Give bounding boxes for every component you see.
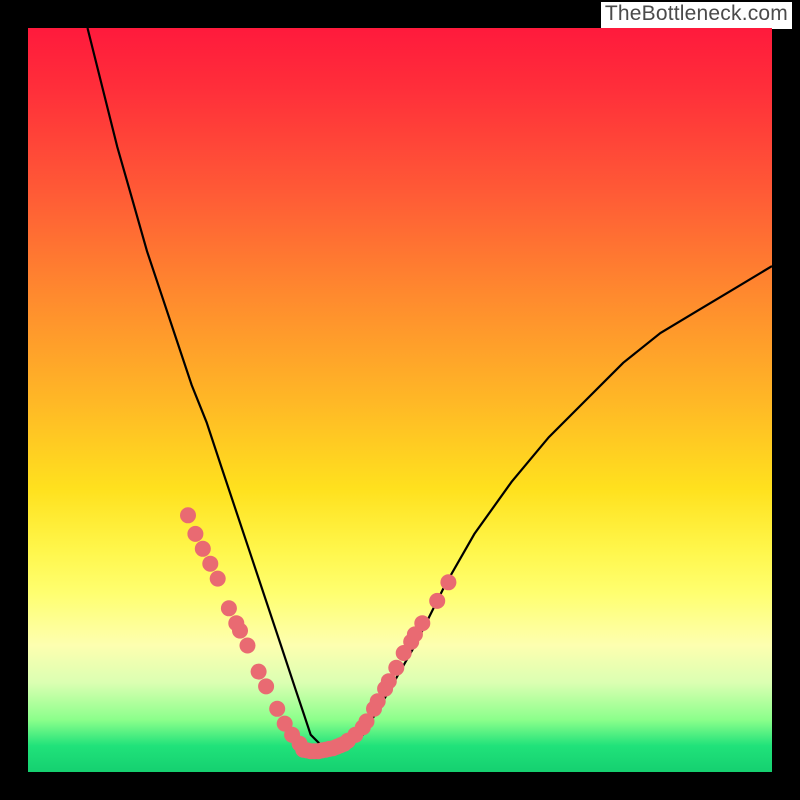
data-point xyxy=(269,701,285,717)
data-point xyxy=(202,556,218,572)
data-point xyxy=(195,541,211,557)
data-point xyxy=(388,660,404,676)
bottleneck-curve xyxy=(88,28,773,750)
data-point xyxy=(232,623,248,639)
data-point xyxy=(340,733,356,749)
data-point xyxy=(429,593,445,609)
data-point xyxy=(210,571,226,587)
data-point xyxy=(180,507,196,523)
data-point xyxy=(258,678,274,694)
plot-svg xyxy=(28,28,772,772)
data-point xyxy=(187,526,203,542)
scatter-points xyxy=(180,507,456,759)
data-point xyxy=(414,615,430,631)
plot-frame xyxy=(28,28,772,772)
data-point xyxy=(251,664,267,680)
data-point xyxy=(240,638,256,654)
watermark-label: TheBottleneck.com xyxy=(601,2,792,29)
data-point xyxy=(221,600,237,616)
data-point xyxy=(381,673,397,689)
data-point xyxy=(440,574,456,590)
